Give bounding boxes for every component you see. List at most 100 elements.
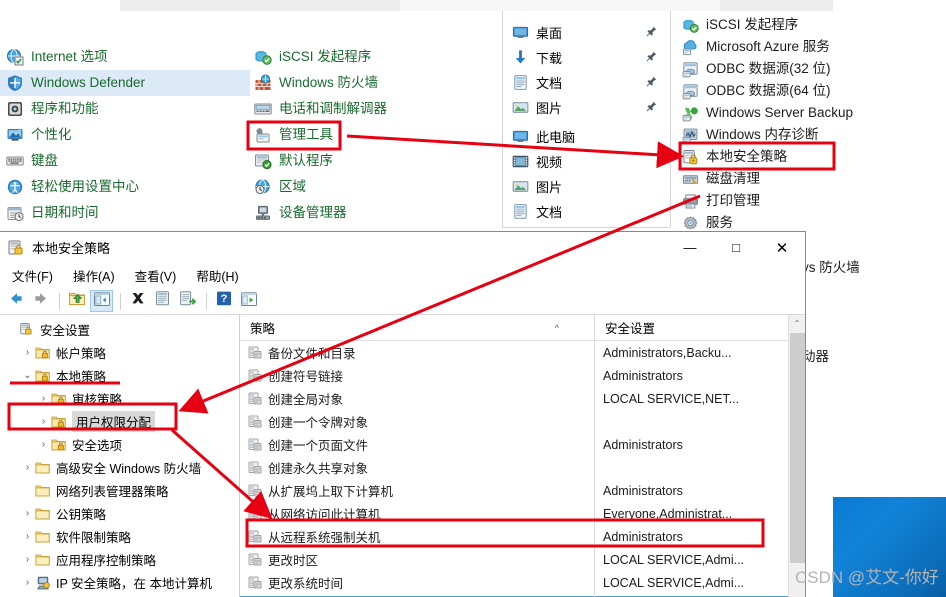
policy-row-2[interactable]: 创建符号链接 [240, 364, 594, 387]
pin-icon[interactable] [646, 101, 657, 115]
control-panel-right-item-3[interactable]: 电话和调制解调器 [248, 96, 498, 122]
setting-row-3[interactable]: LOCAL SERVICE,NET... [595, 387, 805, 410]
setting-row-2[interactable]: Administrators [595, 364, 805, 387]
setting-row-8[interactable]: Everyone,Administrat... [595, 502, 805, 525]
policy-row-9[interactable]: 从远程系统强制关机 [240, 525, 594, 548]
quick-access-item-1[interactable]: 桌面 [512, 20, 667, 45]
chevron-right-icon[interactable]: › [20, 577, 35, 588]
tree-item-9[interactable]: › 公钥策略 [0, 502, 239, 525]
admin-tools-item-4[interactable]: ODBC 数据源(64 位) [676, 80, 946, 102]
toolbar-properties-button[interactable] [151, 290, 174, 312]
scroll-up-icon[interactable]: ⌃ [789, 315, 805, 332]
policy-row-10[interactable]: 更改时区 [240, 548, 594, 571]
admin-tools-item-3[interactable]: ODBC 数据源(32 位) [676, 58, 946, 80]
policy-row-1[interactable]: 备份文件和目录 [240, 341, 594, 364]
control-panel-right-item-5[interactable]: 默认程序 [248, 148, 498, 174]
toolbar-run-console-button[interactable] [237, 290, 260, 312]
setting-row-7[interactable]: Administrators [595, 479, 805, 502]
security-settings-tree[interactable]: 安全设置 › 帐户策略 ⌄ 本地策略 › 审核策略 › 用户权限分配 › 安全选项 › 高级安全 Win… [0, 315, 240, 597]
chevron-right-icon[interactable]: › [20, 347, 35, 358]
admin-tools-item-5[interactable]: Windows Server Backup [676, 102, 946, 124]
setting-row-6[interactable] [595, 456, 805, 479]
pin-icon[interactable] [646, 26, 657, 40]
setting-row-4[interactable] [595, 410, 805, 433]
toolbar-back-arrow-button[interactable] [4, 290, 27, 312]
tree-item-11[interactable]: › 应用程序控制策略 [0, 548, 239, 571]
setting-row-5[interactable]: Administrators [595, 433, 805, 456]
control-panel-left-item-4[interactable]: 个性化 [0, 122, 250, 148]
chevron-right-icon[interactable]: › [36, 439, 51, 450]
tree-item-5[interactable]: › 用户权限分配 [0, 410, 239, 433]
admin-tools-item-1[interactable]: iSCSI 发起程序 [676, 14, 946, 36]
menu-item-1[interactable]: 文件(F) [2, 264, 63, 287]
pin-icon[interactable] [646, 51, 657, 65]
chevron-right-icon[interactable]: › [36, 416, 51, 427]
tree-item-12[interactable]: › IP 安全策略，在 本地计算机 [0, 571, 239, 594]
admin-tools-item-9[interactable]: 打印管理 [676, 190, 946, 212]
policy-list-scrollbar[interactable]: ⌃ [788, 315, 805, 597]
control-panel-left-item-1[interactable]: Internet 选项 [0, 44, 250, 70]
control-panel-right-item-1[interactable]: iSCSI 发起程序 [248, 44, 498, 70]
chevron-down-icon[interactable]: ⌄ [20, 370, 35, 381]
tree-item-2[interactable]: › 帐户策略 [0, 341, 239, 364]
admin-tools-item-2[interactable]: Microsoft Azure 服务 [676, 36, 946, 58]
quick-access-item-3[interactable]: 文档 [512, 70, 667, 95]
policy-row-11[interactable]: 更改系统时间 [240, 571, 594, 594]
control-panel-left-item-5[interactable]: 键盘 [0, 148, 250, 174]
chevron-right-icon[interactable]: › [20, 554, 35, 565]
chevron-right-icon[interactable]: › [20, 462, 35, 473]
tree-item-3[interactable]: ⌄ 本地策略 [0, 364, 239, 387]
minimize-button[interactable]: — [667, 232, 713, 263]
setting-row-1[interactable]: Administrators,Backu... [595, 341, 805, 364]
quick-access-item-4[interactable]: 图片 [512, 95, 667, 120]
menu-item-3[interactable]: 查看(V) [125, 264, 187, 287]
menu-item-2[interactable]: 操作(A) [63, 264, 125, 287]
toolbar-delete-x-button[interactable] [126, 290, 149, 312]
this-pc-item-3[interactable]: 图片 [512, 174, 667, 199]
close-button[interactable]: ✕ [759, 232, 805, 263]
tree-item-1[interactable]: 安全设置 [0, 318, 239, 341]
control-panel-right-item-4[interactable]: 管理工具 [248, 122, 498, 148]
policy-row-4[interactable]: 创建一个令牌对象 [240, 410, 594, 433]
admin-tools-item-8[interactable]: 磁盘清理 [676, 168, 946, 190]
control-panel-left-item-3[interactable]: 程序和功能 [0, 96, 250, 122]
scrollbar-thumb[interactable] [790, 333, 805, 563]
this-pc-item-4[interactable]: 文档 [512, 199, 667, 224]
control-panel-left-item-2[interactable]: Windows Defender [0, 70, 250, 96]
tree-item-8[interactable]: 网络列表管理器策略 [0, 479, 239, 502]
menu-item-4[interactable]: 帮助(H) [186, 264, 248, 287]
admin-tools-item-6[interactable]: Windows 内存诊断 [676, 124, 946, 146]
setting-row-11[interactable]: LOCAL SERVICE,Admi... [595, 571, 805, 594]
policy-column-header[interactable]: 策略 ^ [240, 315, 594, 341]
this-pc-item-1[interactable]: 此电脑 [512, 124, 667, 149]
policy-row-7[interactable]: 从扩展坞上取下计算机 [240, 479, 594, 502]
policy-row-6[interactable]: 创建永久共享对象 [240, 456, 594, 479]
control-panel-right-item-6[interactable]: 区域 [248, 174, 498, 200]
toolbar-show-hide-tree-button[interactable] [90, 290, 113, 312]
policy-row-3[interactable]: 创建全局对象 [240, 387, 594, 410]
policy-row-8[interactable]: 从网络访问此计算机 [240, 502, 594, 525]
admin-tools-item-7[interactable]: 本地安全策略 [676, 146, 946, 168]
chevron-right-icon[interactable]: › [36, 393, 51, 404]
tree-item-10[interactable]: › 软件限制策略 [0, 525, 239, 548]
toolbar-up-folder-button[interactable] [65, 290, 88, 312]
setting-row-9[interactable]: Administrators [595, 525, 805, 548]
control-panel-left-item-6[interactable]: 轻松使用设置中心 [0, 174, 250, 200]
control-panel-left-item-7[interactable]: 日期和时间 [0, 200, 250, 226]
tree-item-4[interactable]: › 审核策略 [0, 387, 239, 410]
control-panel-right-item-2[interactable]: Windows 防火墙 [248, 70, 498, 96]
maximize-button[interactable]: □ [713, 232, 759, 263]
tree-item-6[interactable]: › 安全选项 [0, 433, 239, 456]
control-panel-right-item-7[interactable]: 设备管理器 [248, 200, 498, 226]
tree-item-7[interactable]: › 高级安全 Windows 防火墙 [0, 456, 239, 479]
policy-row-5[interactable]: 创建一个页面文件 [240, 433, 594, 456]
pin-icon[interactable] [646, 76, 657, 90]
chevron-right-icon[interactable]: › [20, 531, 35, 542]
chevron-right-icon[interactable]: › [20, 508, 35, 519]
toolbar-forward-arrow-button[interactable] [29, 290, 52, 312]
this-pc-item-2[interactable]: 视频 [512, 149, 667, 174]
toolbar-help-question-button[interactable]: ? [212, 290, 235, 312]
quick-access-item-2[interactable]: 下载 [512, 45, 667, 70]
setting-row-10[interactable]: LOCAL SERVICE,Admi... [595, 548, 805, 571]
setting-column-header[interactable]: 安全设置 [595, 315, 805, 341]
